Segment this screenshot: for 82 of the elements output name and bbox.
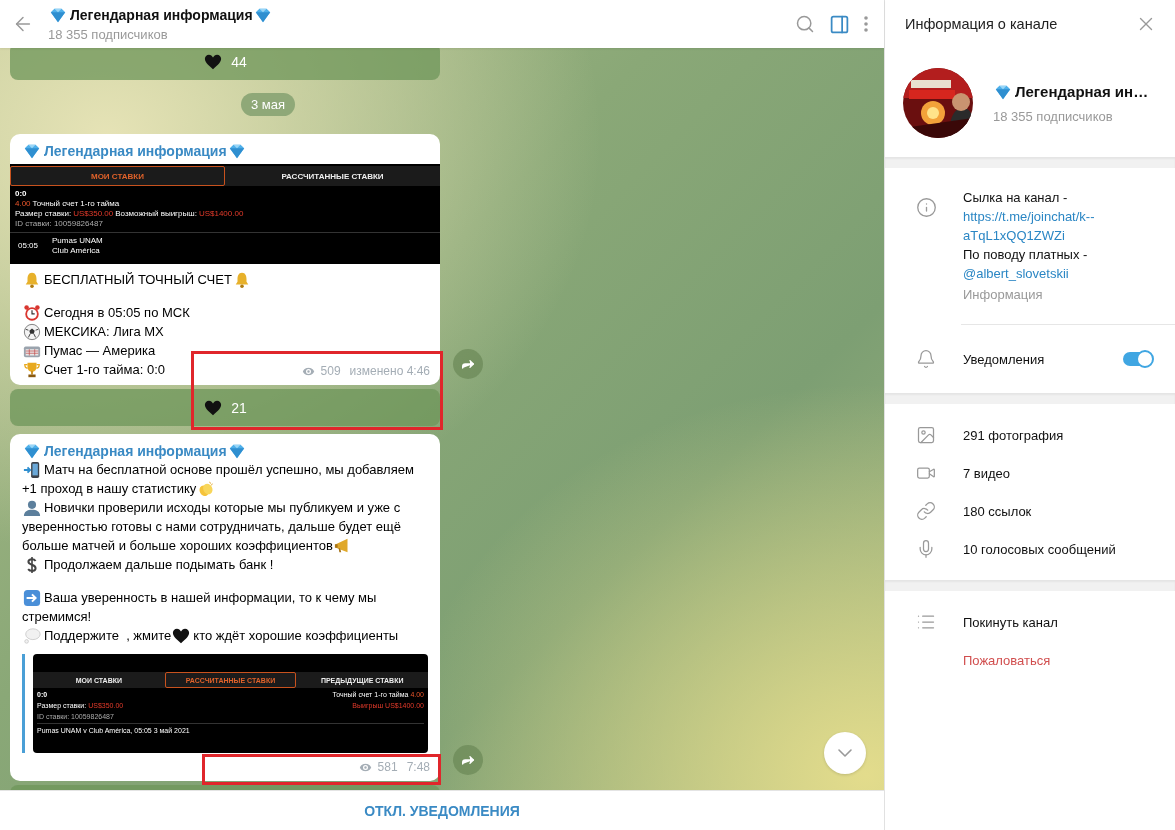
message-time: изменено 4:46 xyxy=(349,364,430,378)
subscriber-count: 18 355 подписчиков xyxy=(993,108,1114,124)
more-icon xyxy=(864,16,868,32)
heart-icon xyxy=(204,398,223,417)
channel-name[interactable]: Легендарная информация xyxy=(44,142,227,159)
media-link[interactable]: 291 фотография xyxy=(963,427,1064,443)
bet-tab-title: РАССЧИТАННЫЕ СТАВКИ xyxy=(280,170,385,183)
bet-tab-title: МОИ СТАВКИ xyxy=(10,166,225,186)
team-name: Club América xyxy=(52,246,101,256)
match-time: 05:05 xyxy=(18,241,39,251)
more-button[interactable] xyxy=(864,16,868,32)
info-icon xyxy=(915,197,937,218)
trophy-icon xyxy=(23,360,41,379)
notifications-toggle[interactable] xyxy=(1123,352,1153,366)
channel-name: Легендарная ин… xyxy=(1015,83,1149,100)
reaction-bar[interactable]: 44 xyxy=(10,48,440,80)
bet-id: ID ставки: 10059826487 xyxy=(15,219,103,229)
subscriber-count: 18 355 подписчиков xyxy=(48,27,169,42)
media-link[interactable]: 10 голосовых сообщений xyxy=(963,541,1116,557)
message-text: Новички проверили исходы которые мы публикуем и уже с xyxy=(44,499,401,517)
channel-link[interactable]: https://t.me/joinchat/k--aTqL1xQQ1ZWZi xyxy=(963,207,1158,245)
stake-label: Размер ставки: xyxy=(15,209,72,219)
message-text: стремимся! xyxy=(22,608,92,626)
message-text: Матч на бесплатной основе прошёл успешно, мы добавляем xyxy=(44,461,414,479)
share-button[interactable] xyxy=(453,745,483,775)
mute-button[interactable]: ОТКЛ. УВЕДОМЛЕНИЯ xyxy=(358,801,526,820)
clapping-hands-icon xyxy=(197,479,216,498)
panel-title: Информация о канале xyxy=(905,16,1058,32)
message-text: БЕСПЛАТНЫЙ ТОЧНЫЙ СЧЕТ xyxy=(44,271,232,289)
diamond-icon xyxy=(49,6,67,24)
message-text: уверенностью готовы с нами сотрудничать, дальше будет ещё xyxy=(22,518,401,536)
side-panel-icon xyxy=(829,13,850,35)
description-text: По поводу платных - xyxy=(963,246,1089,264)
view-count: 581 xyxy=(377,760,398,774)
reaction-bar[interactable]: 21 xyxy=(10,389,440,426)
date-label: 3 мая xyxy=(241,93,296,116)
bell-icon xyxy=(23,270,41,289)
message-text: Счет 1-го тайма: 0:0 xyxy=(44,361,165,379)
view-count: 509 xyxy=(320,364,341,378)
thought-bubble-icon xyxy=(23,626,41,645)
share-button[interactable] xyxy=(453,349,483,379)
message-text: кто ждёт хорошие коэффициенты xyxy=(193,627,399,645)
channel-link[interactable]: @albert_slovetskii xyxy=(963,264,1158,283)
leave-button[interactable]: Покинуть канал xyxy=(963,614,1058,630)
payout-amount: US$1400.00 xyxy=(198,209,244,219)
phone-icon xyxy=(23,460,41,479)
soccer-ball-icon xyxy=(23,322,41,341)
message-text: Пумас — Америка xyxy=(44,342,156,360)
team-name: Pumas UNAM xyxy=(52,236,103,246)
stake-amount: US$350.00 xyxy=(73,209,114,219)
bell-icon xyxy=(916,349,936,369)
notifications-label: Уведомления xyxy=(963,351,1046,367)
person-icon xyxy=(23,498,41,517)
message-text: Ваша уверенность в нашей информации, то к чему мы xyxy=(44,589,377,607)
alarm-clock-icon xyxy=(23,303,41,322)
message-text: Сегодня в 05:05 по МСК xyxy=(44,304,190,322)
link-icon xyxy=(916,501,936,521)
diamond-icon xyxy=(253,6,272,24)
message-text: +1 проход в нашу статистику xyxy=(22,480,197,498)
scroll-down-button[interactable] xyxy=(824,732,866,774)
description-text: Сылка на канал - xyxy=(963,189,1069,207)
heart-icon xyxy=(172,626,191,645)
report-button[interactable]: Пожаловаться xyxy=(963,652,1051,668)
message-text: Поддержите , жмите xyxy=(44,627,172,645)
message-time: 7:48 xyxy=(406,760,430,774)
bet-market: Точный счет 1-го тайма xyxy=(32,199,120,209)
media-link[interactable]: 180 ссылок xyxy=(963,503,1032,519)
message-text: больше матчей и больше хороших коэффициентов xyxy=(22,537,333,555)
heart-icon xyxy=(204,52,223,71)
search-button[interactable] xyxy=(795,14,815,34)
description-label: Информация xyxy=(963,286,1044,304)
payout-label: Возможный выигрыш: xyxy=(115,209,197,219)
message-text: МЕКСИКА: Лига МХ xyxy=(44,323,164,341)
side-panel-button[interactable] xyxy=(829,13,850,35)
search-icon xyxy=(795,14,815,34)
channel-name[interactable]: Легендарная информация xyxy=(44,442,227,459)
chat-title: Легендарная информация xyxy=(70,7,253,23)
message-text: Продолжаем дальше подымать банк ! xyxy=(44,556,274,574)
bet-odds: 4.00 xyxy=(15,199,31,209)
image-icon xyxy=(916,425,936,445)
bet-score: 0:0 xyxy=(15,189,27,199)
media-link[interactable]: 7 видео xyxy=(963,465,1011,481)
